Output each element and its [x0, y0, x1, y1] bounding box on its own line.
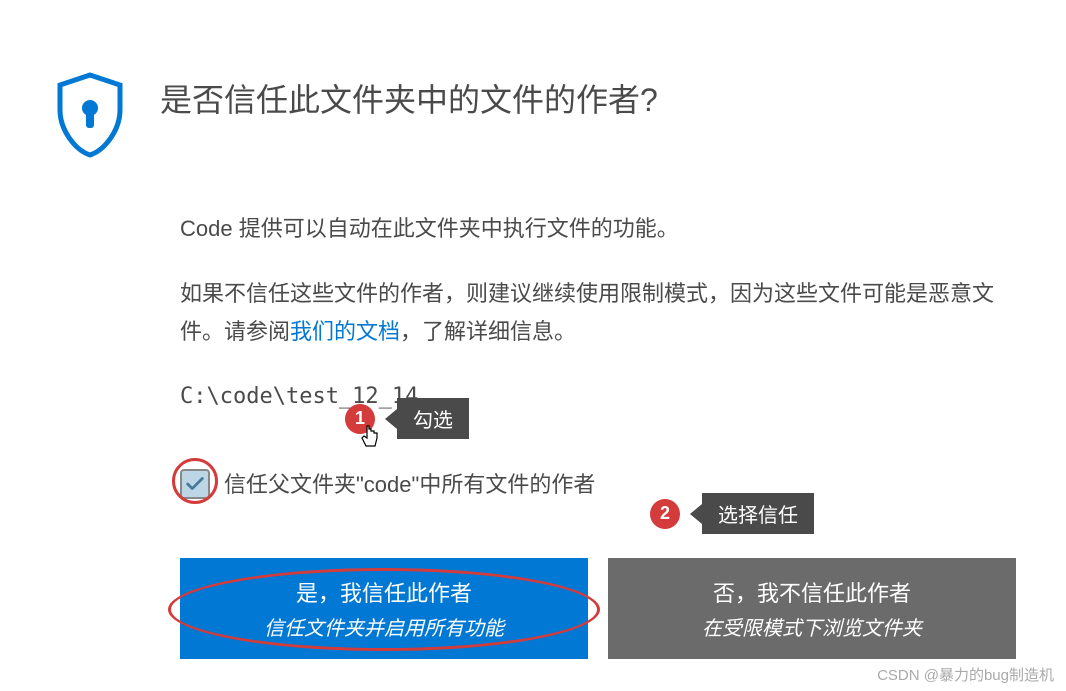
trust-button-subtitle: 信任文件夹并启用所有功能: [192, 612, 576, 641]
dialog-actions: 是，我信任此作者 信任文件夹并启用所有功能 否，我不信任此作者 在受限模式下浏览…: [50, 558, 1016, 659]
folder-path: C:\code\test_12_14: [180, 378, 1016, 415]
annotation-2: 2 选择信任: [650, 493, 814, 534]
shield-icon: [50, 70, 130, 160]
docs-link[interactable]: 我们的文档: [290, 319, 400, 344]
annotation-1: 1 勾选: [345, 398, 469, 439]
trust-button[interactable]: 是，我信任此作者 信任文件夹并启用所有功能: [180, 558, 588, 659]
trust-parent-checkbox-row: 信任父文件夹"code"中所有文件的作者: [180, 466, 1016, 503]
annotation-label-1: 勾选: [397, 398, 469, 439]
no-trust-button-subtitle: 在受限模式下浏览文件夹: [620, 612, 1004, 641]
no-trust-button[interactable]: 否，我不信任此作者 在受限模式下浏览文件夹: [608, 558, 1016, 659]
annotation-arrow-2: [690, 504, 702, 524]
trust-dialog: 是否信任此文件夹中的文件的作者? Code 提供可以自动在此文件夹中执行文件的功…: [0, 0, 1066, 691]
trust-parent-label: 信任父文件夹"code"中所有文件的作者: [224, 466, 595, 503]
dialog-header: 是否信任此文件夹中的文件的作者?: [50, 60, 1016, 160]
dialog-title: 是否信任此文件夹中的文件的作者?: [160, 75, 658, 121]
para2-post: ，了解详细信息。: [400, 319, 576, 344]
annotation-badge-1: 1: [345, 404, 375, 434]
no-trust-button-title: 否，我不信任此作者: [620, 576, 1004, 608]
annotation-badge-2: 2: [650, 499, 680, 529]
trust-parent-checkbox[interactable]: [180, 469, 210, 499]
description-line-2: 如果不信任这些文件的作者，则建议继续使用限制模式，因为这些文件可能是恶意文件。请…: [180, 275, 1016, 350]
watermark: CSDN @暴力的bug制造机: [877, 664, 1054, 685]
description-line-1: Code 提供可以自动在此文件夹中执行文件的功能。: [180, 210, 1016, 247]
annotation-label-2: 选择信任: [702, 493, 814, 534]
trust-button-title: 是，我信任此作者: [192, 576, 576, 608]
dialog-content: Code 提供可以自动在此文件夹中执行文件的功能。 如果不信任这些文件的作者，则…: [50, 210, 1016, 503]
annotation-arrow-1: [385, 409, 397, 429]
